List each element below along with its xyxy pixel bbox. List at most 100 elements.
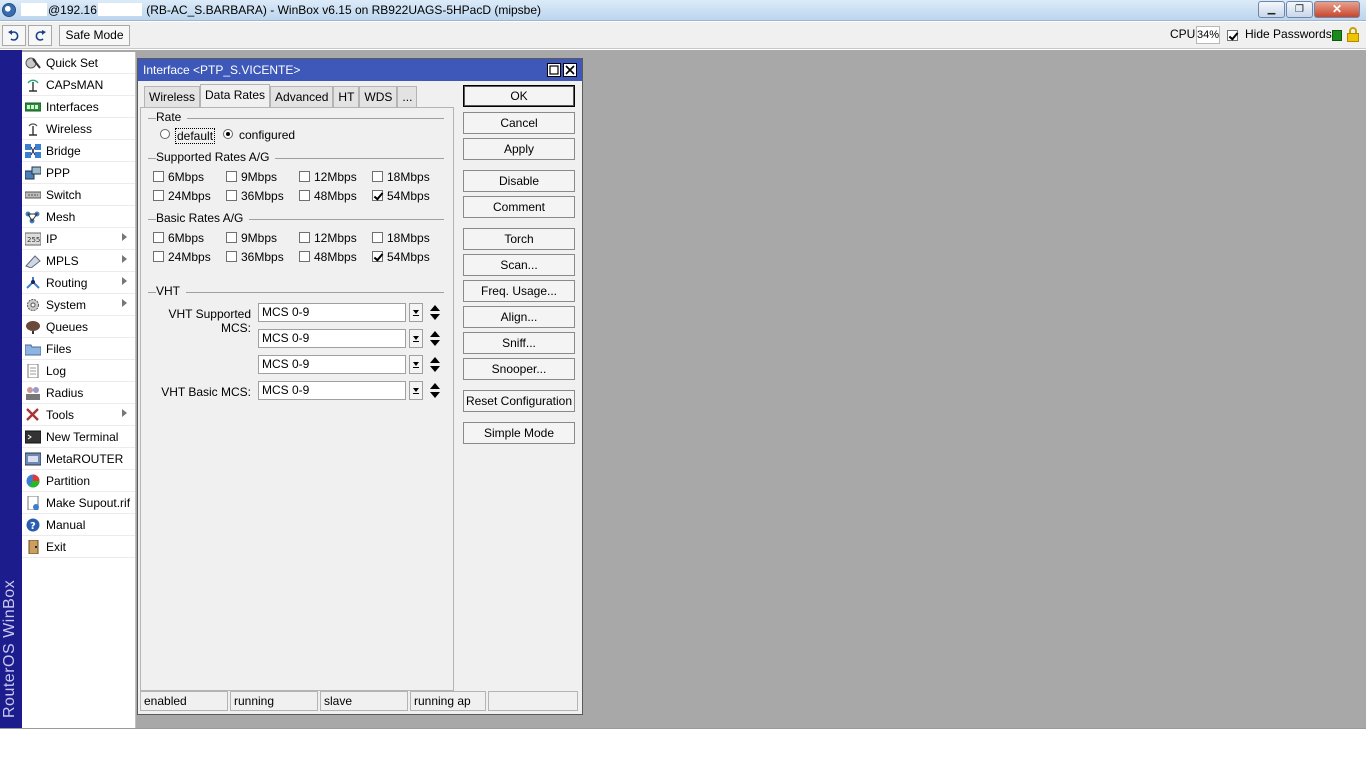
dropdown-arrow-icon[interactable] xyxy=(409,355,423,374)
undo-button[interactable] xyxy=(2,25,26,46)
sidebar-item-tools[interactable]: Tools xyxy=(22,404,135,426)
checkbox[interactable] xyxy=(153,171,164,182)
safe-mode-button[interactable]: Safe Mode xyxy=(59,25,130,46)
dialog-maximize-button[interactable] xyxy=(547,63,561,77)
sidebar-item-label: Manual xyxy=(46,517,86,532)
reset-configuration-button[interactable]: Reset Configuration xyxy=(463,390,575,412)
sidebar-item-ppp[interactable]: PPP xyxy=(22,162,135,184)
updown-arrows-icon[interactable] xyxy=(430,305,440,321)
dropdown-arrow-icon[interactable] xyxy=(409,381,423,400)
files-icon xyxy=(24,342,42,356)
rate-configured-label[interactable]: configured xyxy=(239,128,295,142)
simple-mode-button[interactable]: Simple Mode xyxy=(463,422,575,444)
rate-configured-radio[interactable] xyxy=(223,129,233,139)
checkbox[interactable] xyxy=(299,171,310,182)
dialog-title-bar[interactable]: Interface <PTP_S.VICENTE> xyxy=(138,59,582,81)
vht-basic-mcs-select[interactable]: MCS 0-9 xyxy=(258,381,406,400)
sidebar-item-radius[interactable]: Radius xyxy=(22,382,135,404)
rate-default-radio[interactable] xyxy=(160,129,170,139)
sidebar-item-label: Interfaces xyxy=(46,99,99,114)
torch-button[interactable]: Torch xyxy=(463,228,575,250)
checkbox[interactable] xyxy=(153,232,164,243)
checkbox[interactable] xyxy=(226,171,237,182)
checkbox[interactable] xyxy=(226,251,237,262)
apply-button[interactable]: Apply xyxy=(463,138,575,160)
sidebar-item-mesh[interactable]: Mesh xyxy=(22,206,135,228)
sidebar-item-quick-set[interactable]: Quick Set xyxy=(22,52,135,74)
supout-icon xyxy=(25,495,41,510)
sidebar-item-wireless[interactable]: Wireless xyxy=(22,118,135,140)
sidebar-item-interfaces[interactable]: Interfaces xyxy=(22,96,135,118)
sidebar-item-system[interactable]: System xyxy=(22,294,135,316)
dropdown-arrow-icon[interactable] xyxy=(409,329,423,348)
checkbox[interactable] xyxy=(372,251,383,262)
sniff-button[interactable]: Sniff... xyxy=(463,332,575,354)
vht-supported-mcs-select-2[interactable]: MCS 0-9 xyxy=(258,329,406,348)
sidebar-item-label: Partition xyxy=(46,473,91,488)
ok-button[interactable]: OK xyxy=(463,85,575,107)
checkbox[interactable] xyxy=(299,232,310,243)
tab-wds[interactable]: WDS xyxy=(359,86,398,107)
sidebar-item-metarouter[interactable]: MetaROUTER xyxy=(22,448,135,470)
minimize-button[interactable]: ▁ xyxy=(1258,1,1285,18)
wireless-icon xyxy=(25,122,41,136)
sidebar-item-manual[interactable]: ? Manual xyxy=(22,514,135,536)
sidebar-item-switch[interactable]: Switch xyxy=(22,184,135,206)
sidebar-item-make-supout[interactable]: Make Supout.rif xyxy=(22,492,135,514)
updown-arrows-icon[interactable] xyxy=(430,357,440,373)
sidebar-item-capsman[interactable]: CAPsMAN xyxy=(22,74,135,96)
checkbox[interactable] xyxy=(372,171,383,182)
align-button[interactable]: Align... xyxy=(463,306,575,328)
undo-icon xyxy=(8,30,19,41)
tab-wireless[interactable]: Wireless xyxy=(144,86,201,107)
status-empty xyxy=(488,691,578,711)
checkbox-label: 48Mbps xyxy=(314,250,357,264)
checkbox[interactable] xyxy=(153,190,164,201)
tab-more[interactable]: ... xyxy=(397,86,418,107)
cancel-button[interactable]: Cancel xyxy=(463,112,575,134)
dropdown-arrow-icon[interactable] xyxy=(409,303,423,322)
vht-supported-mcs-select-1[interactable]: MCS 0-9 xyxy=(258,303,406,322)
tab-data-rates[interactable]: Data Rates xyxy=(200,84,271,107)
tab-ht[interactable]: HT xyxy=(333,86,360,107)
snooper-button[interactable]: Snooper... xyxy=(463,358,575,380)
maximize-button[interactable]: ❐ xyxy=(1286,1,1313,18)
sidebar-item-bridge[interactable]: Bridge xyxy=(22,140,135,162)
sidebar-item-label: Routing xyxy=(46,275,88,290)
checkbox-label: 18Mbps xyxy=(387,170,430,184)
checkbox[interactable] xyxy=(299,190,310,201)
sidebar-item-new-terminal[interactable]: New Terminal xyxy=(22,426,135,448)
checkbox[interactable] xyxy=(153,251,164,262)
sidebar-item-ip[interactable]: 255 IP xyxy=(22,228,135,250)
checkbox[interactable] xyxy=(372,232,383,243)
dialog-close-button[interactable] xyxy=(563,63,577,77)
sidebar-item-exit[interactable]: Exit xyxy=(22,536,135,558)
disable-button[interactable]: Disable xyxy=(463,170,575,192)
title-rest: (RB-AC_S.BARBARA) - WinBox v6.15 on RB92… xyxy=(146,3,542,17)
sidebar-item-queues[interactable]: Queues xyxy=(22,316,135,338)
vht-supported-mcs-select-3[interactable]: MCS 0-9 xyxy=(258,355,406,374)
comment-button[interactable]: Comment xyxy=(463,196,575,218)
updown-arrows-icon[interactable] xyxy=(430,331,440,347)
redo-button[interactable] xyxy=(28,25,52,46)
sidebar-item-routing[interactable]: Routing xyxy=(22,272,135,294)
checkbox[interactable] xyxy=(372,190,383,201)
sidebar-item-mpls[interactable]: MPLS xyxy=(22,250,135,272)
freq-usage-button[interactable]: Freq. Usage... xyxy=(463,280,575,302)
close-window-button[interactable]: ✕ xyxy=(1314,1,1360,18)
capsman-icon xyxy=(25,78,41,92)
hide-passwords-checkbox[interactable] xyxy=(1227,30,1238,41)
tab-advanced[interactable]: Advanced xyxy=(270,86,334,107)
updown-arrows-icon[interactable] xyxy=(430,383,440,399)
scan-button[interactable]: Scan... xyxy=(463,254,575,276)
checkbox[interactable] xyxy=(226,190,237,201)
sidebar-item-files[interactable]: Files xyxy=(22,338,135,360)
checkbox-label: 36Mbps xyxy=(241,189,284,203)
basic-rates-title: Basic Rates A/G xyxy=(156,211,250,225)
sidebar-item-log[interactable]: Log xyxy=(22,360,135,382)
interfaces-icon xyxy=(24,100,42,114)
rate-default-label[interactable]: default xyxy=(175,128,216,144)
checkbox[interactable] xyxy=(226,232,237,243)
sidebar-item-partition[interactable]: Partition xyxy=(22,470,135,492)
checkbox[interactable] xyxy=(299,251,310,262)
